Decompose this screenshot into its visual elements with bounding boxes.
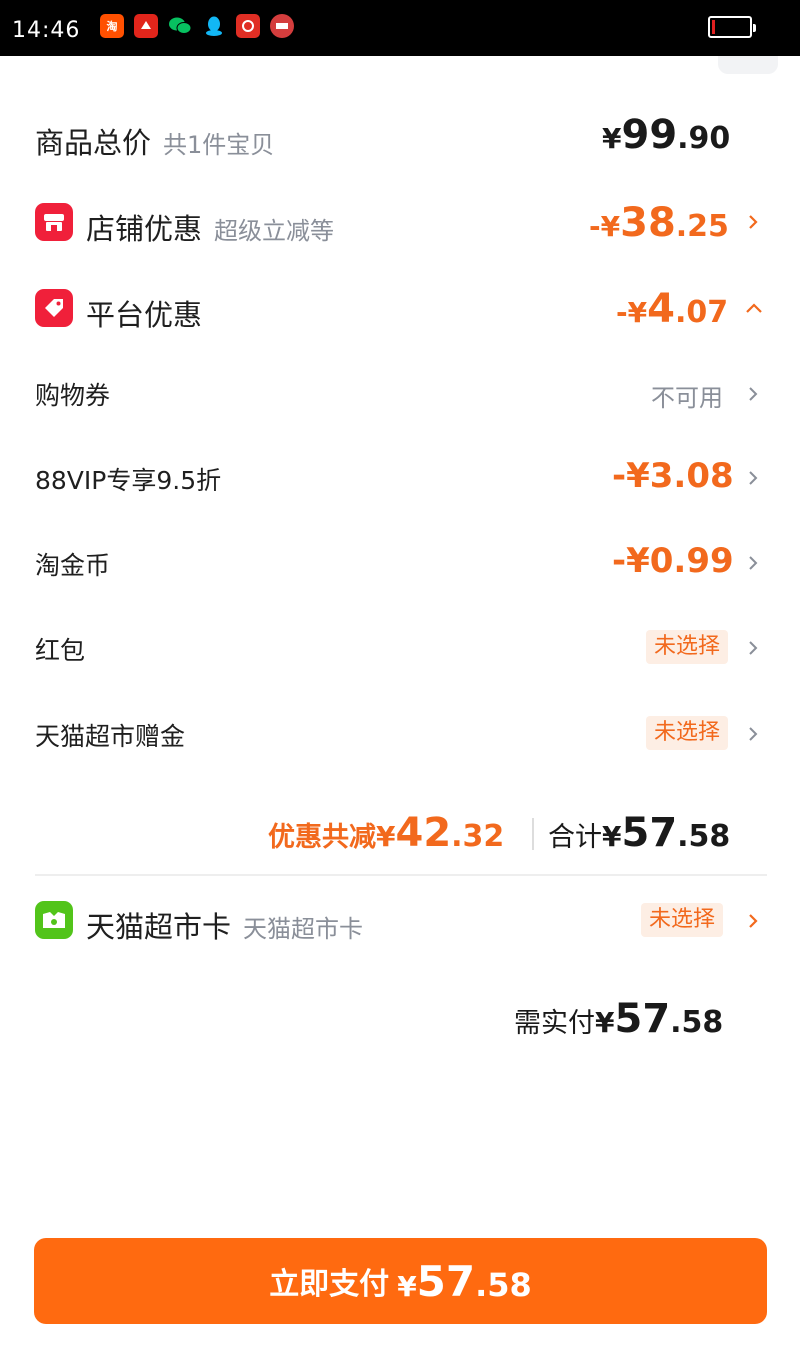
pinduoduo-icon [236, 14, 260, 38]
shop-discount-sub: 超级立减等 [214, 217, 335, 245]
totals-row: 优惠共减¥42.32 合计¥57.58 [0, 808, 800, 858]
vip-discount-row[interactable]: 88VIP专享9.5折 -¥3.08 [0, 456, 800, 500]
battery-icon [708, 16, 756, 38]
coupon-value: 不可用 [651, 384, 723, 412]
chevron-right-icon[interactable] [744, 639, 762, 657]
coupon-row[interactable]: 购物券 不可用 [0, 374, 800, 414]
chevron-right-icon[interactable] [744, 912, 762, 930]
red-packet-row[interactable]: 红包 未选择 [0, 628, 800, 668]
tmall-card-value: 未选择 [641, 903, 724, 937]
tmall-bonus-value: 未选择 [646, 716, 729, 750]
toutiao-icon [270, 14, 294, 38]
tmall-card-row[interactable]: 天猫超市卡 天猫超市卡 未选择 [0, 898, 800, 944]
status-bar: 14:46 淘 [0, 0, 800, 56]
tmall-bonus-label: 天猫超市赠金 [35, 722, 186, 751]
chevron-right-icon[interactable] [744, 469, 762, 487]
pay-button-amount: ¥57.58 [397, 1256, 532, 1306]
total-price-row: 商品总价 共1件宝贝 ¥99.90 [0, 112, 800, 162]
coupon-label: 购物券 [35, 381, 111, 410]
chevron-right-icon[interactable] [744, 385, 762, 403]
discount-total: 优惠共减¥42.32 [268, 810, 505, 856]
chevron-right-icon[interactable] [744, 213, 762, 231]
tag-icon [35, 289, 73, 327]
divider [532, 818, 534, 850]
taobao-icon: 淘 [100, 14, 124, 38]
section-divider [35, 874, 767, 876]
taojinbi-value: -¥0.99 [612, 541, 734, 581]
jd-icon [134, 14, 158, 38]
card-icon [35, 901, 73, 939]
platform-discount-value: -¥4.07 [616, 286, 729, 332]
red-packet-value: 未选择 [646, 630, 729, 664]
item-count: 共1件宝贝 [163, 131, 275, 159]
shop-discount-value: -¥38.25 [589, 200, 729, 246]
chevron-up-icon[interactable] [744, 299, 764, 317]
pay-button-label: 立即支付 [269, 1267, 390, 1302]
tmall-card-label: 天猫超市卡 天猫超市卡 [86, 910, 364, 944]
platform-discount-label: 平台优惠 [86, 298, 203, 332]
notification-icons: 淘 [100, 14, 294, 38]
payable-amount: 需实付¥57.58 [514, 996, 724, 1042]
shop-discount-row[interactable]: 店铺优惠 超级立减等 -¥38.25 [0, 198, 800, 250]
chevron-right-icon[interactable] [744, 725, 762, 743]
tmall-bonus-row[interactable]: 天猫超市赠金 未选择 [0, 714, 800, 754]
red-packet-label: 红包 [35, 636, 86, 665]
shop-icon [35, 203, 73, 241]
payable-row: 需实付¥57.58 [0, 994, 800, 1046]
status-time: 14:46 [12, 18, 81, 43]
chevron-right-icon[interactable] [744, 554, 762, 572]
tmall-card-sub: 天猫超市卡 [243, 915, 364, 943]
qq-icon [202, 14, 226, 38]
taojinbi-label: 淘金币 [35, 551, 111, 580]
taojinbi-row[interactable]: 淘金币 -¥0.99 [0, 541, 800, 585]
vip-discount-label: 88VIP专享9.5折 [35, 466, 222, 495]
platform-discount-row[interactable]: 平台优惠 -¥4.07 [0, 284, 800, 336]
wechat-icon [168, 14, 192, 38]
grand-total: 合计¥57.58 [548, 810, 731, 856]
total-price-label: 商品总价 共1件宝贝 [35, 126, 275, 160]
pay-now-button[interactable]: 立即支付 ¥57.58 [34, 1238, 767, 1324]
vip-discount-value: -¥3.08 [612, 456, 734, 496]
shop-discount-label: 店铺优惠 超级立减等 [86, 212, 335, 246]
total-price-value: ¥99.90 [602, 112, 731, 158]
